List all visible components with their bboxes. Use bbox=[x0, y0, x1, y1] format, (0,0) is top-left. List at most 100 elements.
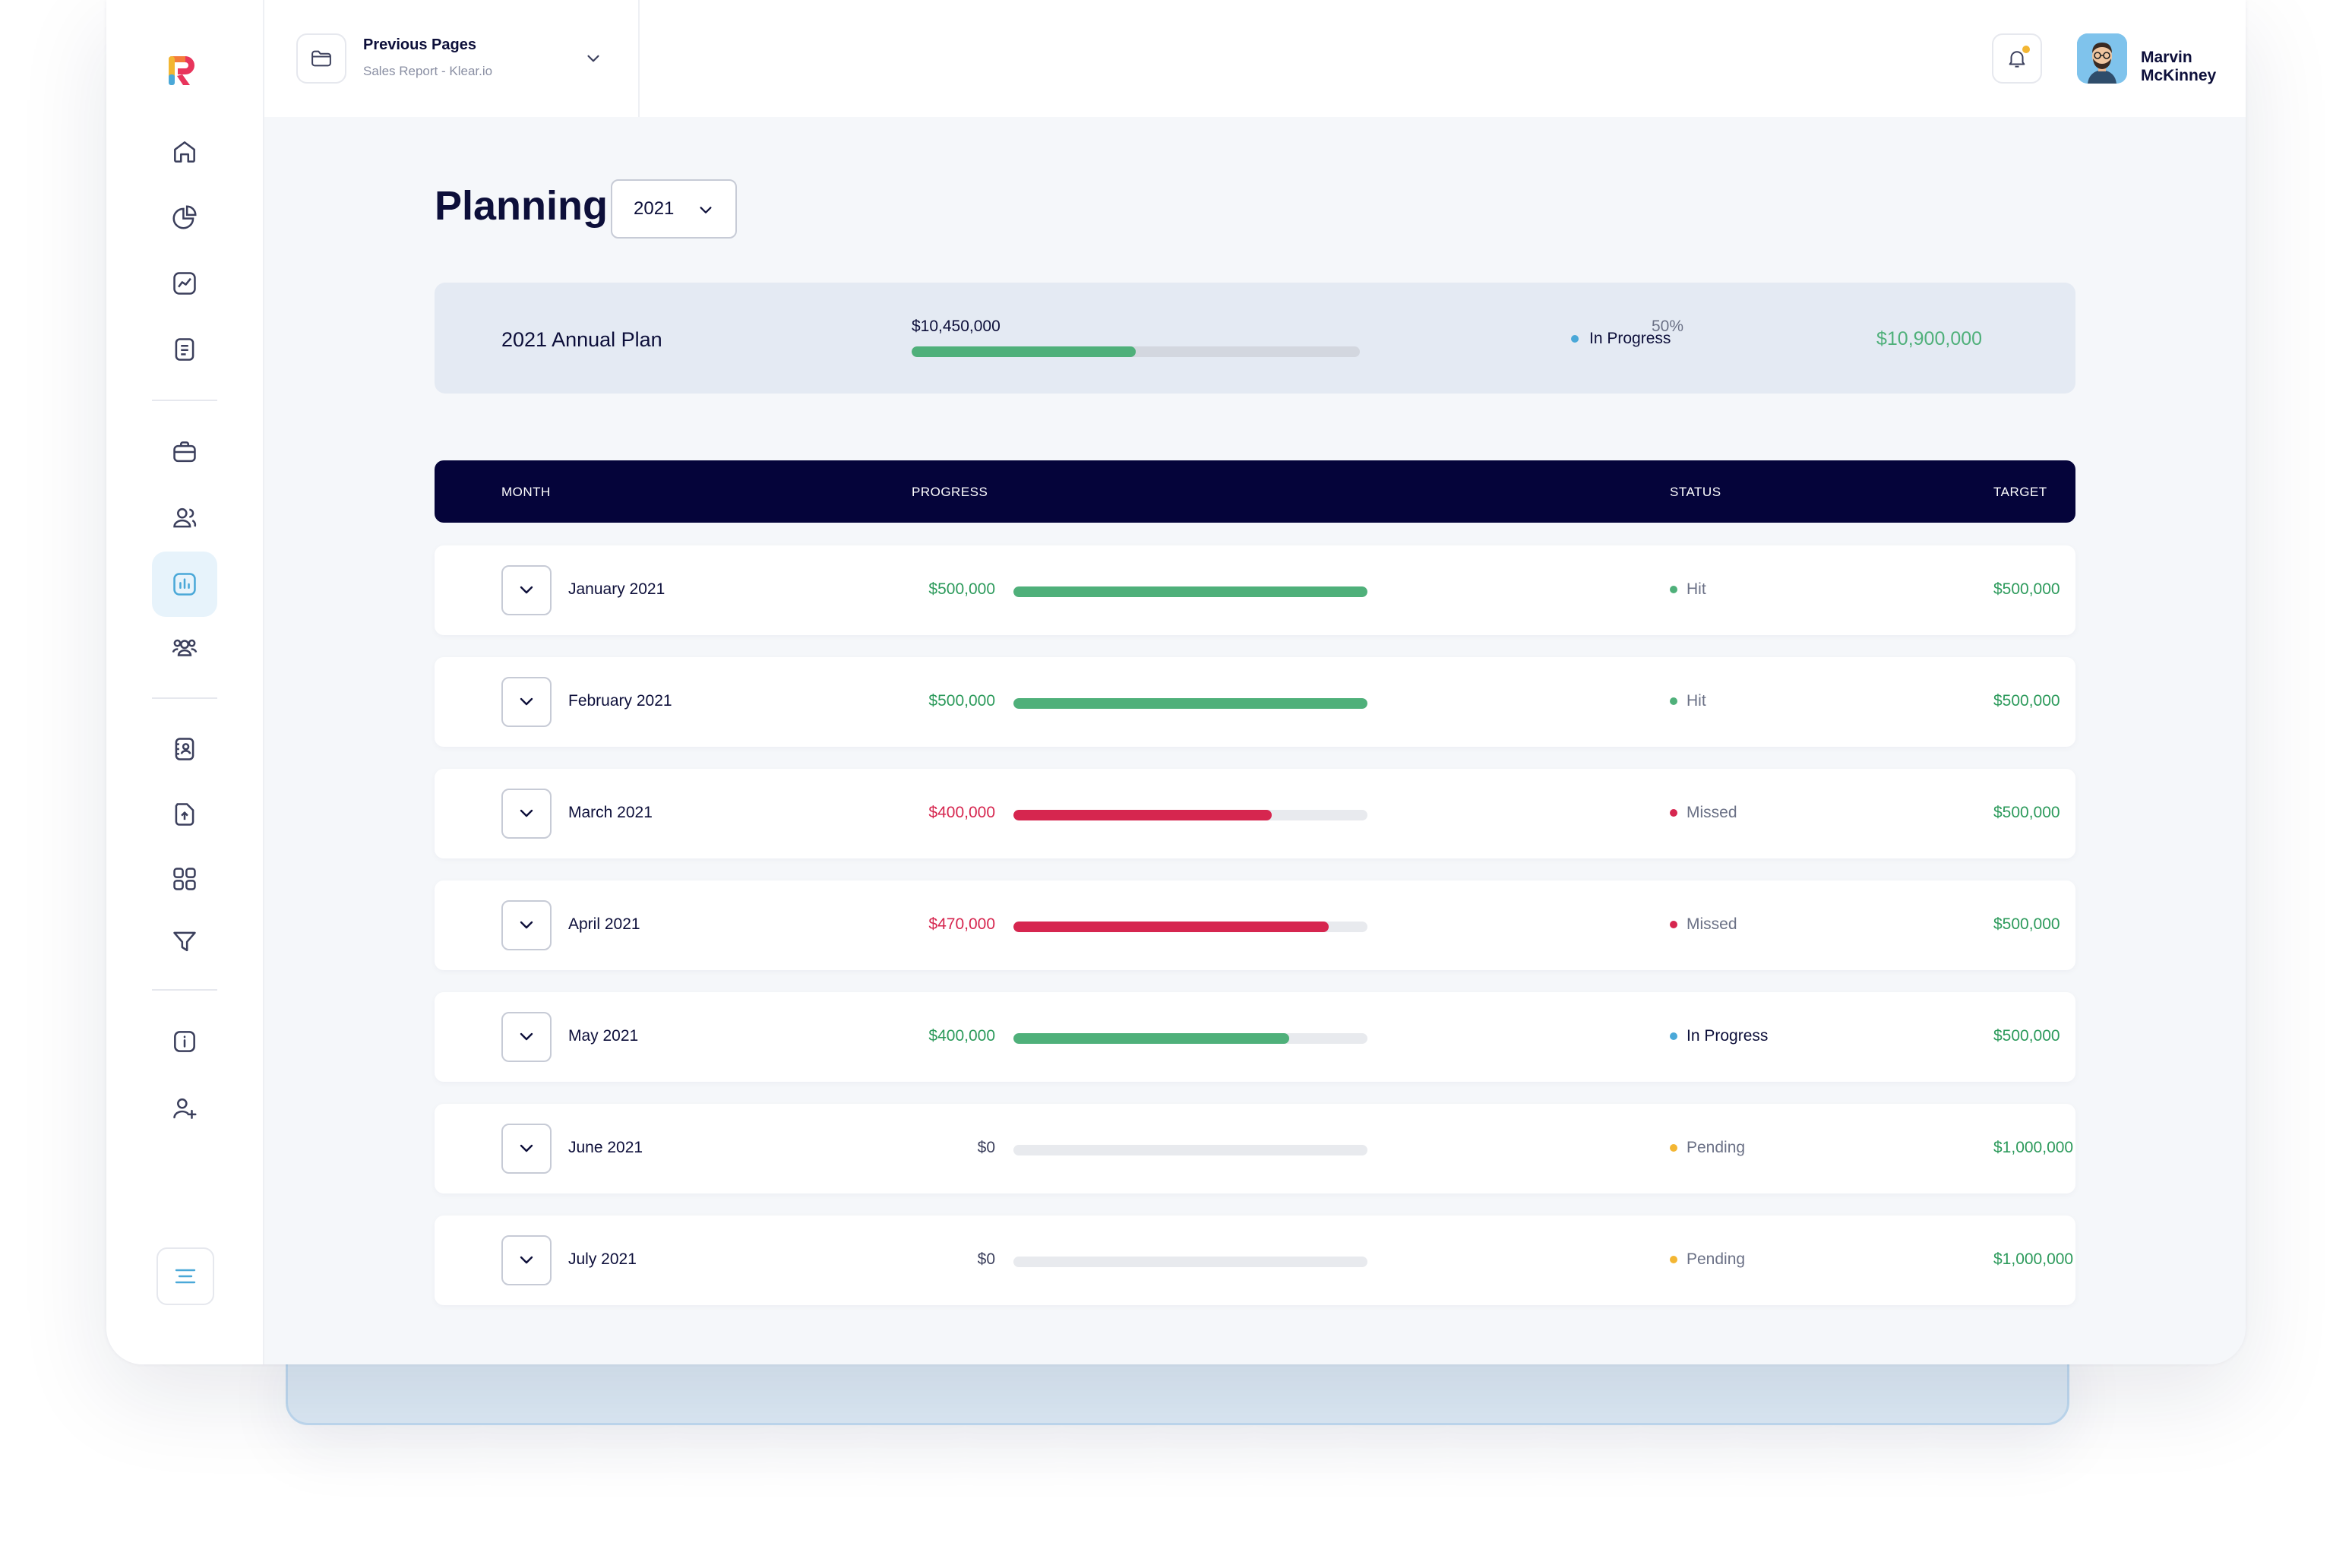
sidebar bbox=[106, 0, 264, 1364]
expand-row-button[interactable] bbox=[501, 789, 552, 839]
avatar[interactable] bbox=[2077, 33, 2127, 84]
table-row[interactable]: March 2021 $400,000 Missed $500,000 bbox=[435, 769, 2075, 858]
team-icon[interactable] bbox=[152, 615, 217, 681]
expand-row-button[interactable] bbox=[501, 1235, 552, 1285]
trend-chart-icon[interactable] bbox=[152, 251, 217, 316]
row-target: $500,000 bbox=[1993, 692, 2060, 710]
chevron-down-icon bbox=[587, 55, 599, 62]
year-select-value: 2021 bbox=[634, 198, 675, 219]
notification-button[interactable] bbox=[1992, 33, 2042, 84]
upload-file-icon[interactable] bbox=[152, 782, 217, 847]
table-header: MONTH PROGRESS STATUS TARGET bbox=[435, 460, 2075, 523]
expand-row-button[interactable] bbox=[501, 1012, 552, 1062]
expand-row-button[interactable] bbox=[501, 677, 552, 727]
row-progress-amount: $0 bbox=[977, 1250, 995, 1268]
expand-row-button[interactable] bbox=[501, 1124, 552, 1174]
info-icon[interactable] bbox=[152, 1009, 217, 1074]
row-status-label: Missed bbox=[1687, 915, 1737, 933]
column-header-progress: PROGRESS bbox=[912, 485, 988, 499]
row-target: $500,000 bbox=[1993, 804, 2060, 821]
annual-plan-title: 2021 Annual Plan bbox=[501, 328, 662, 351]
previous-pages-subtitle: Sales Report - Klear.io bbox=[363, 64, 493, 78]
row-target: $500,000 bbox=[1993, 580, 2060, 598]
document-icon[interactable] bbox=[152, 317, 217, 382]
chevron-down-icon bbox=[520, 1144, 533, 1152]
status-dot bbox=[1670, 1032, 1677, 1040]
row-month: July 2021 bbox=[568, 1250, 637, 1268]
previous-pages-title: Previous Pages bbox=[363, 36, 476, 53]
table-row[interactable]: April 2021 $470,000 Missed $500,000 bbox=[435, 880, 2075, 970]
grid-apps-icon[interactable] bbox=[152, 846, 217, 912]
annual-progress-fill bbox=[912, 346, 1136, 357]
row-status: Missed bbox=[1670, 915, 1737, 934]
add-user-icon[interactable] bbox=[152, 1076, 217, 1141]
row-progress-bar bbox=[1013, 922, 1367, 932]
row-progress-bar bbox=[1013, 586, 1367, 597]
pie-chart-icon[interactable] bbox=[152, 185, 217, 250]
row-progress-fill bbox=[1013, 922, 1329, 932]
row-status-label: Hit bbox=[1687, 692, 1706, 710]
filter-icon[interactable] bbox=[152, 909, 217, 974]
table-row[interactable]: February 2021 $500,000 Hit $500,000 bbox=[435, 657, 2075, 747]
row-progress-amount: $500,000 bbox=[928, 692, 995, 710]
row-status-label: Missed bbox=[1687, 804, 1737, 821]
annual-plan-amount: $10,450,000 bbox=[912, 318, 1001, 335]
user-name[interactable]: Marvin McKinney bbox=[2141, 49, 2246, 85]
expand-row-button[interactable] bbox=[501, 565, 552, 615]
briefcase-icon[interactable] bbox=[152, 419, 217, 485]
home-icon[interactable] bbox=[152, 119, 217, 185]
annual-plan-status-label: In Progress bbox=[1589, 330, 1671, 347]
chevron-down-icon bbox=[520, 809, 533, 817]
annual-plan-status: In Progress bbox=[1571, 330, 1671, 348]
status-dot bbox=[1670, 1144, 1677, 1152]
row-status-label: In Progress bbox=[1687, 1027, 1769, 1045]
year-select[interactable]: 2021 bbox=[611, 179, 737, 239]
row-month: June 2021 bbox=[568, 1139, 643, 1156]
status-dot bbox=[1670, 921, 1677, 928]
annual-plan-card: 2021 Annual Plan $10,450,000 50% In Prog… bbox=[435, 283, 2075, 394]
row-status: Pending bbox=[1670, 1139, 1745, 1157]
row-status: Hit bbox=[1670, 580, 1706, 599]
row-target: $1,000,000 bbox=[1993, 1250, 2074, 1268]
users-icon[interactable] bbox=[152, 485, 217, 551]
status-dot bbox=[1670, 697, 1677, 705]
row-progress-bar bbox=[1013, 810, 1367, 820]
previous-pages-selector[interactable]: Previous Pages Sales Report - Klear.io bbox=[264, 0, 640, 117]
menu-lines-icon bbox=[175, 1269, 196, 1284]
row-progress-amount: $0 bbox=[977, 1139, 995, 1156]
row-progress-bar bbox=[1013, 1257, 1367, 1267]
table-row[interactable]: July 2021 $0 Pending $1,000,000 bbox=[435, 1216, 2075, 1305]
row-month: May 2021 bbox=[568, 1027, 639, 1045]
chevron-down-icon bbox=[520, 1032, 533, 1041]
row-month: January 2021 bbox=[568, 580, 665, 598]
row-progress-amount: $400,000 bbox=[928, 1027, 995, 1045]
status-dot bbox=[1571, 335, 1579, 343]
row-status: In Progress bbox=[1670, 1027, 1768, 1045]
row-status-label: Pending bbox=[1687, 1250, 1746, 1268]
table-row[interactable]: January 2021 $500,000 Hit $500,000 bbox=[435, 545, 2075, 635]
table-row[interactable]: June 2021 $0 Pending $1,000,000 bbox=[435, 1104, 2075, 1193]
sidebar-divider bbox=[152, 989, 217, 991]
table-row[interactable]: May 2021 $400,000 In Progress $500,000 bbox=[435, 992, 2075, 1082]
annual-progress-bar bbox=[912, 346, 1360, 357]
row-status-label: Hit bbox=[1687, 580, 1706, 598]
row-progress-fill bbox=[1013, 698, 1367, 709]
row-progress-amount: $500,000 bbox=[928, 580, 995, 598]
sidebar-divider bbox=[152, 400, 217, 401]
expand-row-button[interactable] bbox=[501, 900, 552, 950]
column-header-month: MONTH bbox=[501, 485, 551, 499]
row-progress-fill bbox=[1013, 810, 1272, 820]
top-bar: Previous Pages Sales Report - Klear.io M… bbox=[264, 0, 2246, 117]
klear-logo bbox=[169, 56, 194, 85]
row-target: $500,000 bbox=[1993, 915, 2060, 933]
bar-chart-icon[interactable] bbox=[152, 552, 217, 617]
row-status-label: Pending bbox=[1687, 1139, 1746, 1156]
row-progress-amount: $400,000 bbox=[928, 804, 995, 821]
notification-dot bbox=[2022, 46, 2030, 53]
contact-book-icon[interactable] bbox=[152, 716, 217, 782]
column-header-target: TARGET bbox=[1993, 485, 2047, 499]
row-progress-fill bbox=[1013, 1033, 1290, 1044]
chevron-down-icon bbox=[520, 697, 533, 706]
menu-toggle-button[interactable] bbox=[156, 1247, 214, 1305]
app-window: Previous Pages Sales Report - Klear.io M… bbox=[106, 0, 2246, 1364]
